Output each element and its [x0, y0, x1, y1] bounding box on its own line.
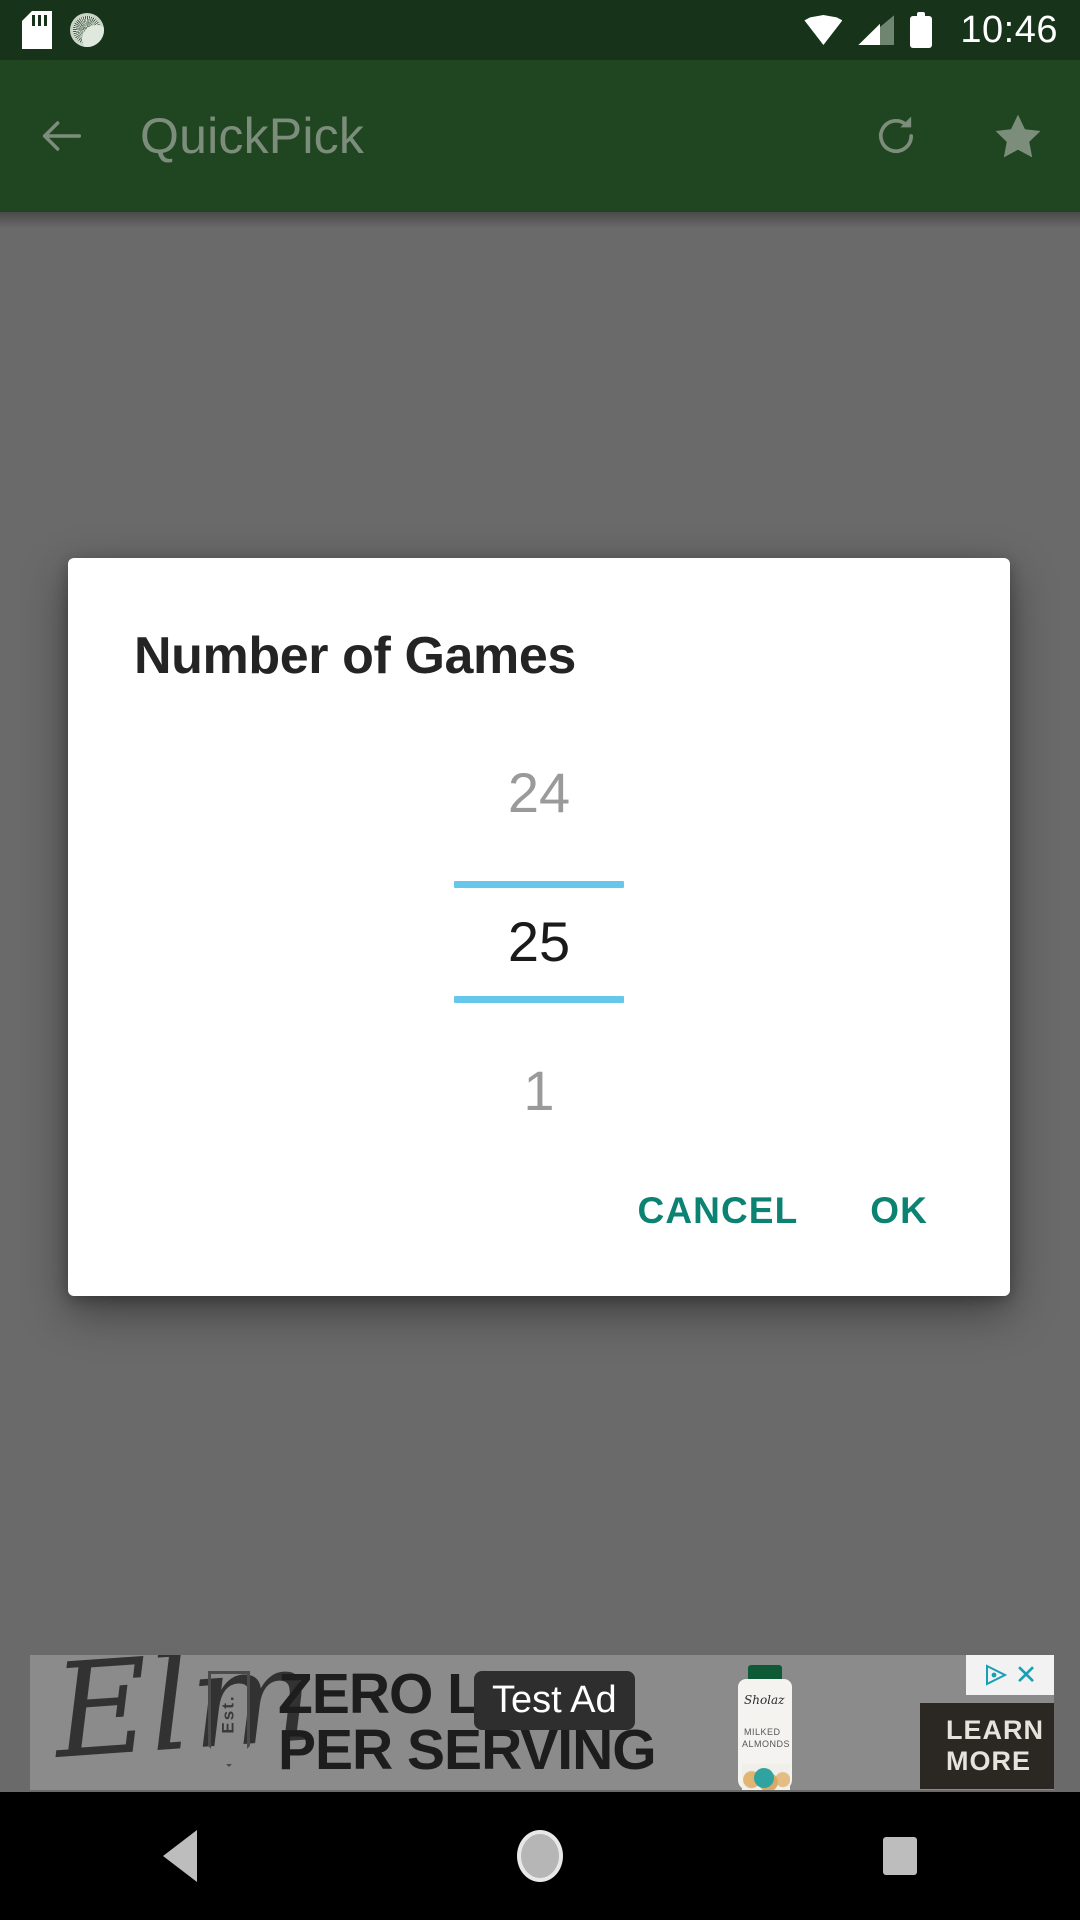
ad-banner[interactable]: Elm Est. ZERO LI PER SERVING Test Ad Sho… — [30, 1655, 1054, 1790]
status-bar: 10:46 — [0, 0, 1080, 60]
number-picker-column[interactable]: 24 25 1 — [414, 739, 664, 1145]
page-title: QuickPick — [140, 108, 365, 164]
ad-test-label: Test Ad — [474, 1671, 635, 1730]
picker-selected-value[interactable]: 25 — [414, 888, 664, 996]
adchoices-icon[interactable] — [983, 1663, 1009, 1687]
number-picker[interactable]: 24 25 1 — [68, 686, 1010, 1170]
ad-product-bottle: Sholaz MILKED ALMONDS — [730, 1665, 800, 1790]
star-icon[interactable] — [990, 108, 1046, 164]
ad-headline-line1: ZERO LI — [278, 1662, 497, 1726]
nav-recents-icon — [883, 1837, 917, 1875]
nav-back-button[interactable] — [120, 1792, 240, 1920]
refresh-icon[interactable] — [868, 108, 924, 164]
navigation-bar — [0, 1792, 1080, 1920]
wifi-icon — [804, 15, 843, 45]
ad-learn-more-button[interactable]: LEARN MORE — [920, 1703, 1054, 1789]
battery-icon — [910, 12, 933, 48]
sdcard-icon — [22, 11, 52, 49]
nav-back-icon — [163, 1830, 197, 1882]
ad-bottle-brand: Sholaz — [744, 1693, 785, 1707]
circle-dots-icon — [70, 13, 104, 47]
app-bar: QuickPick — [0, 60, 1080, 212]
ad-choices-bar: ✕ — [966, 1655, 1054, 1695]
ad-bottle-line1: MILKED — [744, 1727, 781, 1737]
signal-icon — [858, 15, 895, 45]
nav-recents-button[interactable] — [840, 1792, 960, 1920]
ad-est-label: Est. — [219, 1694, 238, 1734]
ok-button[interactable]: OK — [844, 1170, 954, 1252]
cancel-button[interactable]: CANCEL — [612, 1170, 825, 1252]
back-arrow-icon[interactable] — [34, 108, 90, 164]
nav-home-button[interactable] — [480, 1792, 600, 1920]
app-bar-actions — [868, 108, 1046, 164]
ad-headline-line2: PER SERVING — [278, 1717, 657, 1782]
phone-screen: 10:46 QuickPick Elm Est. ZERO LI PER SER… — [0, 0, 1080, 1920]
status-bar-right-icons: 10:46 — [804, 9, 1058, 52]
picker-next-value[interactable]: 1 — [414, 1037, 664, 1145]
picker-divider-bottom — [454, 996, 624, 1003]
app-bar-shadow — [0, 212, 1080, 228]
dialog-actions: CANCEL OK — [68, 1170, 1010, 1296]
nav-home-icon — [517, 1830, 563, 1882]
number-of-games-dialog: Number of Games 24 25 1 CANCEL OK — [68, 558, 1010, 1296]
status-bar-clock: 10:46 — [960, 8, 1058, 51]
dialog-title: Number of Games — [134, 627, 576, 685]
status-bar-left-icons — [22, 11, 104, 49]
picker-previous-value[interactable]: 24 — [414, 739, 664, 847]
close-icon[interactable]: ✕ — [1015, 1661, 1038, 1689]
ad-bottle-line2: ALMONDS — [742, 1739, 791, 1749]
picker-divider-top — [454, 881, 624, 888]
